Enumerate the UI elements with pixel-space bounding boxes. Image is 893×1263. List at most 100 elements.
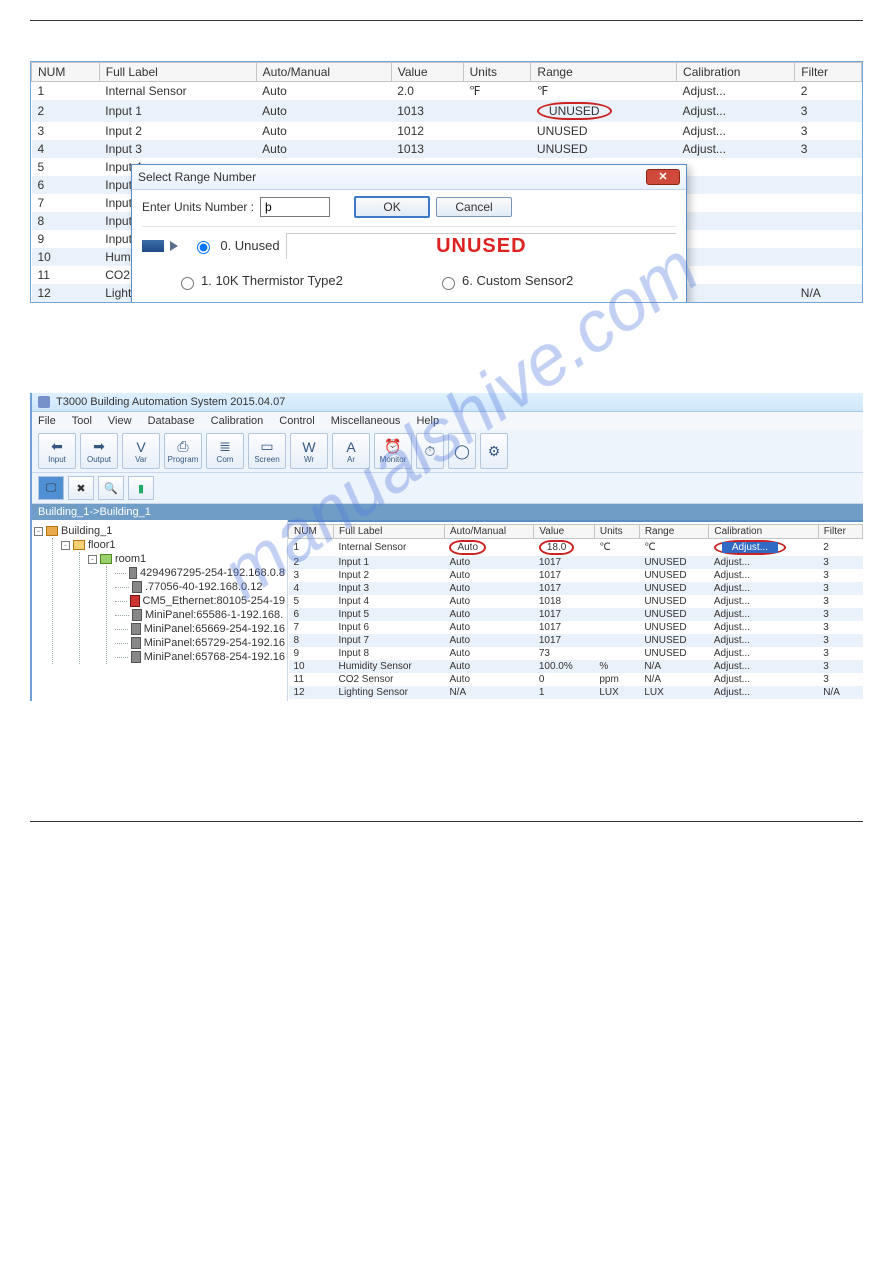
cell-fil	[795, 176, 862, 194]
col-value[interactable]: Value	[391, 63, 463, 82]
g2-calibration[interactable]: Calibration	[709, 525, 818, 539]
secondary-toolbar: 🖵 ✖ 🔍 ▮	[32, 473, 863, 504]
menu-tool[interactable]: Tool	[72, 415, 92, 427]
g2-num[interactable]: NUM	[289, 525, 334, 539]
units-number-input[interactable]	[260, 197, 330, 217]
ok-button[interactable]: OK	[354, 196, 430, 218]
table-row[interactable]: 9Input 8Auto73UNUSEDAdjust...3	[289, 647, 863, 660]
cancel-button[interactable]: Cancel	[436, 197, 512, 217]
tree-device[interactable]: CM5_Ethernet:80105-254-19	[115, 594, 285, 608]
toolbar-monitor[interactable]: ⏰Monitor	[374, 433, 412, 469]
g2-units[interactable]: Units	[594, 525, 639, 539]
tree-floor[interactable]: - floor1	[61, 538, 285, 552]
table-row[interactable]: 1Internal SensorAuto18.0℃℃Adjust...2	[289, 539, 863, 557]
toolbar-com[interactable]: ≣Com	[206, 433, 244, 469]
cell-num: 6	[289, 608, 334, 621]
col-calibration[interactable]: Calibration	[677, 63, 795, 82]
tree-device[interactable]: MiniPanel:65729-254-192.16	[115, 636, 285, 650]
toolbar-var[interactable]: VVar	[122, 433, 160, 469]
tree-device[interactable]: MiniPanel:65768-254-192.16	[115, 650, 285, 664]
menu-help[interactable]: Help	[416, 415, 439, 427]
col-units[interactable]: Units	[463, 63, 531, 82]
menu-database[interactable]: Database	[148, 415, 195, 427]
g2-auto-manual[interactable]: Auto/Manual	[444, 525, 533, 539]
cell-num: 1	[32, 82, 100, 101]
dialog-titlebar[interactable]: Select Range Number ✕	[132, 165, 686, 190]
expand-icon[interactable]: -	[61, 541, 70, 550]
table-row[interactable]: 10Humidity SensorAuto100.0%%N/AAdjust...…	[289, 660, 863, 673]
toolbar-stop-icon[interactable]: ◯	[448, 433, 476, 469]
cell-value: 1013	[391, 140, 463, 158]
cell-label: Input 4	[333, 595, 444, 608]
toolbar-wr[interactable]: WWr	[290, 433, 328, 469]
col-filter[interactable]: Filter	[795, 63, 862, 82]
menu-control[interactable]: Control	[279, 415, 314, 427]
g2-value[interactable]: Value	[534, 525, 595, 539]
table-row[interactable]: 7Input 6Auto1017UNUSEDAdjust...3	[289, 621, 863, 634]
toolbar-input[interactable]: ⬅Input	[38, 433, 76, 469]
table-row[interactable]: 6Input 5Auto1017UNUSEDAdjust...3	[289, 608, 863, 621]
cell-range: ℃	[639, 539, 709, 557]
tree-device[interactable]: 4294967295-254-192.168.0.8	[115, 566, 285, 580]
tree-device[interactable]: MiniPanel:65586-1-192.168.	[115, 608, 285, 622]
table-row[interactable]: 3Input 2Auto1012UNUSEDAdjust...3	[32, 122, 862, 140]
cell-value: 1013	[391, 100, 463, 122]
col-auto-manual[interactable]: Auto/Manual	[256, 63, 391, 82]
g2-range[interactable]: Range	[639, 525, 709, 539]
col-full-label[interactable]: Full Label	[99, 63, 256, 82]
table-row[interactable]: 11CO2 SensorAuto0ppmN/AAdjust...3	[289, 673, 863, 686]
table-row[interactable]: 3Input 2Auto1017UNUSEDAdjust...3	[289, 569, 863, 582]
cell-num: 12	[289, 686, 334, 699]
radio-right-0-label: 6. Custom Sensor2	[462, 273, 573, 288]
radio-right-0[interactable]	[442, 277, 455, 290]
table-row[interactable]: 1Internal SensorAuto2.0℉℉Adjust...2	[32, 82, 862, 101]
app-titlebar[interactable]: T3000 Building Automation System 2015.04…	[32, 393, 863, 412]
menu-file[interactable]: File	[38, 415, 56, 427]
select-range-dialog: Select Range Number ✕ Enter Units Number…	[131, 164, 687, 303]
col-range[interactable]: Range	[531, 63, 677, 82]
tree-device[interactable]: .77056-40-192.168.0.12	[115, 580, 285, 594]
table-row[interactable]: 8Input 7Auto1017UNUSEDAdjust...3	[289, 634, 863, 647]
g2-full-label[interactable]: Full Label	[333, 525, 444, 539]
toolbar-screen[interactable]: ▭Screen	[248, 433, 286, 469]
device-icon	[129, 567, 137, 579]
menu-calibration[interactable]: Calibration	[211, 415, 264, 427]
cell-label: Input 3	[333, 582, 444, 595]
toolbar-program[interactable]: ⎙Program	[164, 433, 202, 469]
table-row[interactable]: 4Input 3Auto1017UNUSEDAdjust...3	[289, 582, 863, 595]
cell-units: ℃	[594, 539, 639, 557]
tree-room[interactable]: - room1	[88, 552, 285, 566]
disconnect-icon[interactable]: ✖	[68, 476, 94, 500]
cell-am: Auto	[444, 647, 533, 660]
cell-units: %	[594, 660, 639, 673]
table-row[interactable]: 4Input 3Auto1013UNUSEDAdjust...3	[32, 140, 862, 158]
building-icon[interactable]: ▮	[128, 476, 154, 500]
menu-view[interactable]: View	[108, 415, 132, 427]
dialog-close-button[interactable]: ✕	[646, 169, 680, 185]
toolbar-ar[interactable]: AAr	[332, 433, 370, 469]
table-row[interactable]: 12Lighting SensorN/A1LUXLUXAdjust...N/A	[289, 686, 863, 699]
g2-filter[interactable]: Filter	[818, 525, 862, 539]
radio-0-unused[interactable]	[197, 241, 210, 254]
tree-root[interactable]: - Building_1	[34, 524, 285, 538]
table-row[interactable]: 5Input 4Auto1018UNUSEDAdjust...3	[289, 595, 863, 608]
table-row[interactable]: 2Input 1Auto1017UNUSEDAdjust...3	[289, 556, 863, 569]
tree-device[interactable]: MiniPanel:65669-254-192.16	[115, 622, 285, 636]
drag-handle-icon[interactable]	[142, 240, 164, 252]
toolbar-output[interactable]: ➡Output	[80, 433, 118, 469]
toolbar-clock-icon[interactable]: ⏱	[416, 433, 444, 469]
cell-am: Auto	[444, 539, 533, 557]
cell-label: Input 3	[99, 140, 256, 158]
cell-am: Auto	[444, 608, 533, 621]
expand-icon[interactable]: -	[34, 527, 43, 536]
col-num[interactable]: NUM	[32, 63, 100, 82]
toolbar-gear-icon[interactable]: ⚙	[480, 433, 508, 469]
table-row[interactable]: 2Input 1Auto1013UNUSEDAdjust...3	[32, 100, 862, 122]
tree-pane[interactable]: - Building_1 - floor1 - room1 4294967295…	[32, 520, 288, 701]
monitor-icon[interactable]: 🖵	[38, 476, 64, 500]
radio-left-1[interactable]	[181, 277, 194, 290]
cell-cal	[677, 284, 795, 302]
search-icon[interactable]: 🔍	[98, 476, 124, 500]
expand-icon[interactable]: -	[88, 555, 97, 564]
menu-miscellaneous[interactable]: Miscellaneous	[331, 415, 401, 427]
